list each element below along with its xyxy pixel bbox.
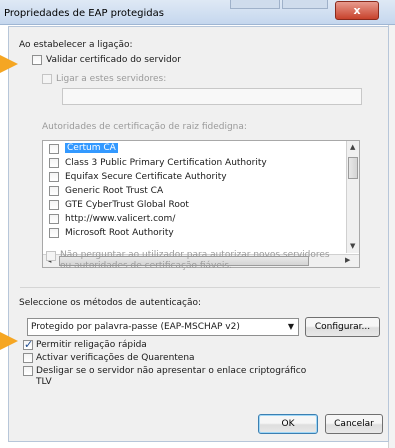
- quarantine-label: Activar verificações de Quarentena: [36, 353, 195, 363]
- cancel-button[interactable]: Cancelar: [325, 414, 383, 434]
- list-item[interactable]: Microsoft Root Authority: [47, 226, 337, 240]
- connection-heading: Ao estabelecer a ligação:: [19, 40, 133, 50]
- connect-servers-checkbox[interactable]: [42, 74, 52, 84]
- chevron-down-icon: ▼: [287, 322, 294, 331]
- servers-input[interactable]: [62, 88, 362, 105]
- auth-method-value: Protegido por palavra-passe (EAP-MSCHAP …: [31, 322, 240, 332]
- list-item[interactable]: Generic Root Trust CA: [47, 184, 337, 198]
- background-button: [230, 0, 280, 9]
- scroll-up-icon[interactable]: ▲: [350, 143, 355, 151]
- scroll-down-icon[interactable]: ▼: [350, 242, 355, 250]
- list-item-label: http://www.valicert.com/: [65, 214, 176, 224]
- fast-reconnect-checkbox[interactable]: [23, 338, 33, 351]
- list-item-checkbox[interactable]: [49, 172, 59, 182]
- disconnect-label-cont: TLV: [36, 377, 52, 387]
- list-item[interactable]: GTE CyberTrust Global Root: [47, 198, 337, 212]
- callout-arrow-icon: [0, 332, 18, 350]
- list-item[interactable]: Equifax Secure Certificate Authority: [47, 170, 337, 184]
- window-title: Propriedades de EAP protegidas: [4, 8, 164, 19]
- list-item-label: Equifax Secure Certificate Authority: [65, 172, 227, 182]
- background-window-edge: [388, 0, 395, 448]
- no-prompt-label-cont: ou autoridades de certificação fiáveis.: [60, 261, 232, 271]
- list-item-checkbox[interactable]: [49, 200, 59, 210]
- close-icon: x: [353, 4, 361, 17]
- list-item-checkbox[interactable]: [49, 158, 59, 168]
- list-item-label: Class 3 Public Primary Certification Aut…: [65, 158, 267, 168]
- auth-method-select[interactable]: Protegido por palavra-passe (EAP-MSCHAP …: [27, 318, 299, 336]
- validate-cert-checkbox[interactable]: [32, 55, 42, 65]
- list-item-checkbox[interactable]: [49, 186, 59, 196]
- configure-button[interactable]: Configurar...: [305, 317, 380, 337]
- list-item[interactable]: Certum CA: [47, 142, 337, 156]
- list-item[interactable]: http://www.valicert.com/: [47, 212, 337, 226]
- disconnect-label: Desligar se o servidor não apresentar o …: [36, 366, 307, 376]
- list-item-checkbox[interactable]: [49, 214, 59, 224]
- ok-button[interactable]: OK: [258, 414, 318, 434]
- callout-arrow-icon: [0, 55, 18, 73]
- list-item-checkbox[interactable]: [49, 144, 59, 154]
- list-item-label: Certum CA: [65, 143, 118, 153]
- background-button: [282, 0, 328, 9]
- divider: [20, 287, 380, 288]
- root-ca-heading: Autoridades de certificação de raiz fide…: [42, 122, 247, 132]
- close-button[interactable]: x: [335, 1, 379, 20]
- fast-reconnect-label: Permitir religação rápida: [36, 340, 147, 350]
- quarantine-checkbox[interactable]: [23, 353, 33, 363]
- connect-servers-label: Ligar a estes servidores:: [56, 74, 167, 84]
- list-item[interactable]: Class 3 Public Primary Certification Aut…: [47, 156, 337, 170]
- list-item-label: GTE CyberTrust Global Root: [65, 200, 189, 210]
- auth-heading: Seleccione os métodos de autenticação:: [19, 298, 202, 308]
- list-item-checkbox[interactable]: [49, 228, 59, 238]
- no-prompt-checkbox[interactable]: [46, 251, 56, 261]
- validate-cert-label: Validar certificado do servidor: [46, 55, 181, 65]
- scroll-right-icon[interactable]: ▶: [345, 256, 350, 264]
- disconnect-checkbox[interactable]: [23, 366, 33, 376]
- vertical-scrollbar[interactable]: ▲ ▼: [346, 141, 359, 253]
- scroll-thumb[interactable]: [348, 157, 358, 179]
- root-ca-list[interactable]: Certum CA Class 3 Public Primary Certifi…: [42, 140, 360, 268]
- no-prompt-label: Não perguntar ao utilizador para autoriz…: [60, 250, 330, 260]
- title-bar: Propriedades de EAP protegidas x: [0, 0, 395, 25]
- list-item-label: Microsoft Root Authority: [65, 228, 174, 238]
- list-item-label: Generic Root Trust CA: [65, 186, 164, 196]
